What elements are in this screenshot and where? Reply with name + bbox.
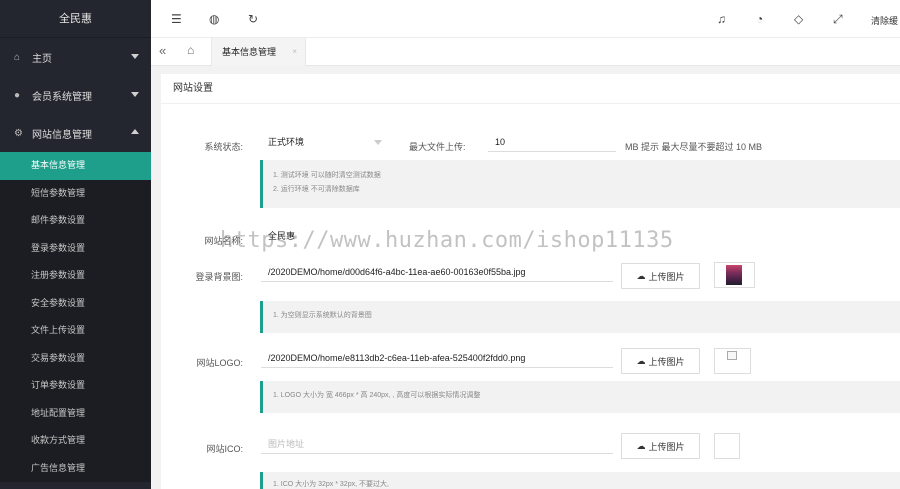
sidebar-subitem-basic-info[interactable]: 基本信息管理: [0, 152, 151, 180]
home-icon: ⌂: [14, 51, 21, 63]
sidebar: 全民惠 ⌂ 主页 ● 会员系统管理 ⚙ 网站信息管理 基本信息管理 短信参数管理…: [0, 0, 151, 489]
sidebar-subitem-upload[interactable]: 文件上传设置: [0, 317, 151, 345]
card-title: 网站设置: [161, 74, 900, 104]
status-hint: 1. 测试环境 可以随时清空测试数据 2. 运行环境 不可清除数据库: [260, 160, 900, 208]
login-bg-input[interactable]: /2020DEMO/home/d00d64f6-a4bc-11ea-ae60-0…: [261, 263, 613, 282]
tab-label: 基本信息管理: [222, 47, 277, 57]
sidebar-subitem-register[interactable]: 注册参数设置: [0, 262, 151, 290]
hint-line: 1. 测试环境 可以随时清空测试数据: [273, 172, 381, 179]
sidebar-subitem-trade[interactable]: 交易参数设置: [0, 345, 151, 373]
main-content: 网站设置 系统状态: 正式环境 最大文件上传: 10 MB 提示 最大尽量不要超…: [161, 74, 900, 489]
ico-input[interactable]: 图片地址: [261, 435, 613, 454]
upload-logo-button[interactable]: ☁ 上传图片: [621, 348, 700, 374]
broken-image-icon: [727, 351, 737, 360]
sidebar-item-members[interactable]: ● 会员系统管理: [0, 76, 151, 114]
login-bg-thumbnail: [726, 265, 742, 285]
login-bg-hint: 1. 为空则显示系统默认的背景图: [260, 301, 900, 333]
upload-button-label: 上传图片: [648, 356, 685, 367]
logo-preview: [714, 348, 751, 374]
watermark: https://www.huzhan.com/ishop11135: [220, 228, 674, 253]
cloud-upload-icon: ☁: [636, 270, 646, 281]
cloud-upload-icon: ☁: [636, 440, 646, 451]
max-upload-hint: MB 提示 最大尽量不要超过 10 MB: [625, 142, 763, 152]
ico-preview: [714, 433, 740, 459]
tab-basic-info[interactable]: 基本信息管理 ×: [211, 38, 306, 66]
login-bg-label: 登录背景图:: [195, 272, 243, 282]
chevron-down-icon: [131, 54, 139, 59]
tag-icon[interactable]: ◇: [794, 12, 803, 26]
upload-ico-button[interactable]: ☁ 上传图片: [621, 433, 700, 459]
refresh-icon[interactable]: ↻: [248, 12, 258, 26]
sidebar-subitem-ads[interactable]: 广告信息管理: [0, 455, 151, 483]
top-header: ☰ ◍ ↻ ♫ ◔ ◇ ⤢ 清除缓: [151, 0, 900, 38]
theme-icon[interactable]: ◔: [756, 12, 763, 26]
sidebar-item-site-info[interactable]: ⚙ 网站信息管理: [0, 114, 151, 152]
max-upload-input[interactable]: 10: [488, 133, 616, 152]
home-icon[interactable]: ⌂: [187, 43, 194, 57]
sidebar-subitem-address[interactable]: 地址配置管理: [0, 400, 151, 428]
gear-icon: ⚙: [14, 127, 23, 139]
status-label: 系统状态:: [204, 142, 243, 152]
clear-cache-button[interactable]: 清除缓: [871, 14, 898, 27]
users-icon: ●: [14, 89, 21, 101]
upload-login-bg-button[interactable]: ☁ 上传图片: [621, 263, 700, 289]
close-icon[interactable]: ×: [292, 38, 297, 66]
sidebar-item-home[interactable]: ⌂ 主页: [0, 38, 151, 76]
status-select-value: 正式环境: [268, 137, 305, 147]
sidebar-item-label: 网站信息管理: [32, 129, 92, 141]
tab-bar: « ⌂ 基本信息管理 ×: [151, 38, 900, 66]
bell-icon[interactable]: ♫: [717, 12, 726, 26]
chevron-down-icon: [374, 140, 382, 145]
upload-button-label: 上传图片: [648, 271, 685, 282]
logo-input[interactable]: /2020DEMO/home/e8113db2-c6ea-11eb-afea-5…: [261, 349, 613, 368]
max-upload-label: 最大文件上传:: [409, 142, 466, 152]
logo-label: 网站LOGO:: [196, 358, 243, 368]
upload-button-label: 上传图片: [648, 441, 685, 452]
sidebar-subitem-sms[interactable]: 短信参数管理: [0, 180, 151, 208]
globe-icon[interactable]: ◍: [209, 12, 219, 26]
ico-hint: 1. ICO 大小为 32px * 32px, 不要过大,: [260, 472, 900, 489]
ico-label: 网站ICO:: [206, 444, 243, 454]
sidebar-submenu: 基本信息管理 短信参数管理 邮件参数设置 登录参数设置 注册参数设置 安全参数设…: [0, 152, 151, 482]
sidebar-subitem-order[interactable]: 订单参数设置: [0, 372, 151, 400]
double-chevron-left-icon[interactable]: «: [159, 43, 166, 58]
login-bg-preview: [714, 262, 755, 288]
sidebar-subitem-login[interactable]: 登录参数设置: [0, 235, 151, 263]
brand-title: 全民惠: [0, 0, 151, 38]
sidebar-subitem-security[interactable]: 安全参数设置: [0, 290, 151, 318]
hint-line: 2. 运行环境 不可清除数据库: [273, 186, 360, 193]
chevron-up-icon: [131, 129, 139, 134]
sidebar-item-label: 主页: [32, 53, 52, 65]
sidebar-item-label: 会员系统管理: [32, 91, 92, 103]
cloud-upload-icon: ☁: [636, 355, 646, 366]
chevron-down-icon: [131, 92, 139, 97]
status-select[interactable]: 正式环境: [261, 133, 389, 152]
menu-fold-icon[interactable]: ☰: [171, 12, 182, 26]
fullscreen-icon[interactable]: ⤢: [833, 12, 843, 27]
sidebar-subitem-payment[interactable]: 收款方式管理: [0, 427, 151, 455]
logo-hint: 1. LOGO 大小为 宽 466px * 高 240px, , 高度可以根据实…: [260, 381, 900, 413]
sidebar-subitem-email[interactable]: 邮件参数设置: [0, 207, 151, 235]
